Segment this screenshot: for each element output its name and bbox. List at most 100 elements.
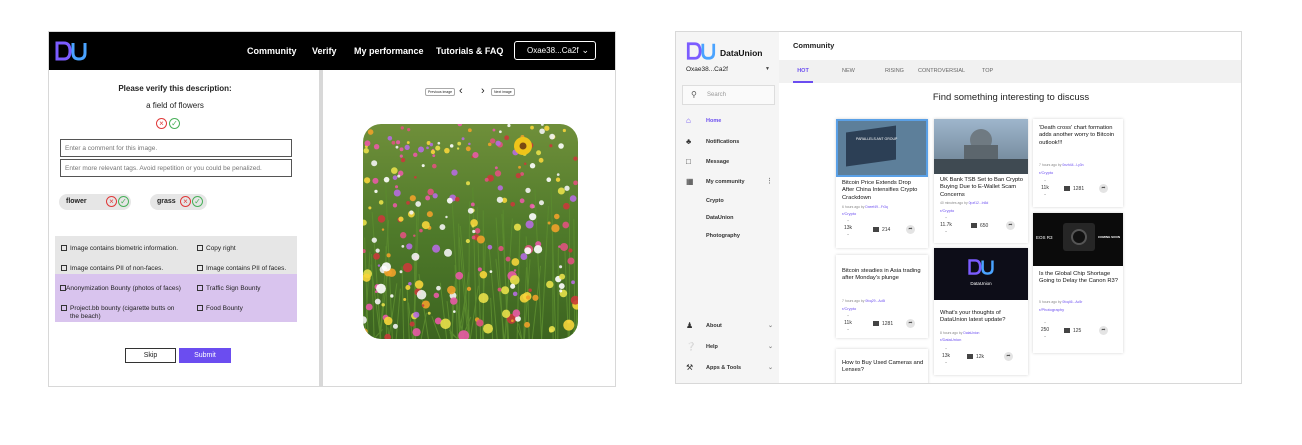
comment-icon xyxy=(1064,186,1070,191)
tab-rising[interactable]: RISING xyxy=(885,60,904,83)
share-icon[interactable]: ➦ xyxy=(1099,326,1108,335)
vote-control: ⌃ 250 ⌄ xyxy=(1039,321,1051,339)
post-community[interactable]: r/Photography xyxy=(1039,307,1064,312)
sidebar-item-message[interactable]: □ Message xyxy=(676,153,779,171)
help-icon: ❔ xyxy=(686,342,696,351)
sidebar-community-photography[interactable]: Photography xyxy=(676,227,779,245)
downvote-icon[interactable]: ⌄ xyxy=(842,326,854,332)
reject-tag-icon[interactable]: × xyxy=(180,196,191,207)
post-community[interactable]: r/Crypto xyxy=(940,208,954,213)
post-community[interactable]: r/DataUnion xyxy=(940,337,961,342)
post-title[interactable]: Bitcoin steadies in Asia trading after M… xyxy=(842,268,924,283)
checkbox-pii-non-faces[interactable]: Image contains PII of non-faces. xyxy=(61,265,163,273)
sidebar-item-notifications[interactable]: ♣ Notifications xyxy=(676,133,779,151)
tab-top[interactable]: TOP xyxy=(982,60,993,83)
image-description: a field of flowers xyxy=(146,101,204,110)
discover-heading: Find something interesting to discuss xyxy=(932,92,1090,103)
message-icon: □ xyxy=(686,157,691,166)
caret-down-icon[interactable]: ▼ xyxy=(765,66,770,72)
comments-count[interactable]: 1281 xyxy=(873,321,893,327)
post-title[interactable]: Bitcoin Price Extends Drop After China I… xyxy=(842,180,924,202)
brand-name: DataUnion xyxy=(720,48,763,58)
downvote-icon[interactable]: ⌄ xyxy=(1039,191,1051,197)
post-title[interactable]: Is the Global Chip Shortage Going to Del… xyxy=(1039,271,1119,286)
comment-input[interactable] xyxy=(60,139,292,157)
tag-grass: grass × ✓ xyxy=(150,194,207,210)
comments-count[interactable]: 650 xyxy=(971,223,988,229)
downvote-icon[interactable]: ⌄ xyxy=(842,231,854,237)
post-feed: PARALLELS ANT GROUP Bitcoin Price Extend… xyxy=(779,112,1241,383)
comments-count[interactable]: 214 xyxy=(873,227,890,233)
sidebar-item-help[interactable]: ❔ Help ⌄ xyxy=(676,338,779,356)
tag-label: flower xyxy=(66,198,87,205)
share-icon[interactable]: ➦ xyxy=(906,225,915,234)
tab-new[interactable]: NEW xyxy=(842,60,855,83)
more-vertical-icon[interactable]: ⋮ xyxy=(766,173,773,191)
post-title[interactable]: 'Death cross' chart formation adds anoth… xyxy=(1039,125,1119,147)
post-title[interactable]: How to Buy Used Cameras and Lenses? xyxy=(842,360,924,375)
checkbox-biometric[interactable]: Image contains biometric information. xyxy=(61,245,178,253)
sort-tabs: HOT NEW RISING CONTROVERSIAL TOP xyxy=(779,60,1241,83)
nav-my-performance[interactable]: My performance xyxy=(354,32,424,70)
sidebar-item-my-community[interactable]: ▦ My community ⋮ xyxy=(676,173,779,191)
comments-count[interactable]: 1281 xyxy=(1064,186,1084,192)
share-icon[interactable]: ➦ xyxy=(1006,221,1015,230)
post-community[interactable]: r/Crypto xyxy=(842,211,856,216)
reject-tag-icon[interactable]: × xyxy=(106,196,117,207)
dataunion-logo[interactable] xyxy=(685,41,717,66)
reject-description-icon[interactable]: × xyxy=(156,118,167,129)
chevron-right-icon[interactable]: › xyxy=(481,85,485,97)
sidebar-item-home[interactable]: ⌂ Home xyxy=(676,112,779,130)
checkbox-pii-faces[interactable]: Image contains PII of faces. xyxy=(197,265,286,273)
vote-control: ⌃ 11k ⌄ xyxy=(1039,179,1051,197)
post-card[interactable]: PARALLELS ANT GROUP Bitcoin Price Extend… xyxy=(836,119,928,248)
wallet-dropdown[interactable]: Oxae38...Ca2f ⌄ xyxy=(514,41,596,60)
post-card[interactable]: How to Buy Used Cameras and Lenses? xyxy=(836,349,928,383)
checkbox-project-bb-bounty[interactable]: Project.bb bounty (cigarette butts on xyxy=(61,305,174,313)
comments-count[interactable]: 12k xyxy=(967,354,984,360)
submit-button[interactable]: Submit xyxy=(179,348,231,363)
checkbox-food-bounty[interactable]: Food Bounty xyxy=(197,305,243,313)
sidebar-item-apps-tools[interactable]: ⚒ Apps & Tools ⌄ xyxy=(676,359,779,377)
share-icon[interactable]: ➦ xyxy=(906,319,915,328)
approve-tag-icon[interactable]: ✓ xyxy=(118,196,129,207)
post-card[interactable]: Bitcoin steadies in Asia trading after M… xyxy=(836,255,928,338)
post-community[interactable]: r/Crypto xyxy=(1039,170,1053,175)
tags-input[interactable] xyxy=(60,159,292,177)
post-card[interactable]: 'Death cross' chart formation adds anoth… xyxy=(1033,119,1123,207)
approve-description-icon[interactable]: ✓ xyxy=(169,118,180,129)
downvote-icon[interactable]: ⌄ xyxy=(940,228,952,234)
post-meta: 40 minutes ago by 0pzf12...In5d xyxy=(940,201,989,205)
sidebar-community-crypto[interactable]: Crypto xyxy=(676,192,779,210)
share-icon[interactable]: ➦ xyxy=(1099,184,1108,193)
post-card[interactable]: DataUnion What's your thoughts of DataUn… xyxy=(934,248,1028,375)
checkbox-traffic-sign-bounty[interactable]: Traffic Sign Bounty xyxy=(197,285,261,293)
skip-button[interactable]: Skip xyxy=(125,348,176,363)
vote-control: ⌃ 11k ⌄ xyxy=(842,314,854,332)
share-icon[interactable]: ➦ xyxy=(1004,352,1013,361)
approve-tag-icon[interactable]: ✓ xyxy=(192,196,203,207)
downvote-icon[interactable]: ⌄ xyxy=(1039,333,1051,339)
nav-verify[interactable]: Verify xyxy=(312,32,337,70)
nav-tutorials-faq[interactable]: Tutorials & FAQ xyxy=(436,32,503,70)
search-input[interactable]: ⚲ Search xyxy=(682,85,775,105)
account-selector[interactable]: Oxae38...Ca2f xyxy=(686,66,728,73)
next-image-button[interactable]: Next image xyxy=(491,88,515,96)
sidebar-community-dataunion[interactable]: DataUnion xyxy=(676,209,779,227)
post-title[interactable]: UK Bank TSB Set to Ban Crypto Buying Due… xyxy=(940,177,1024,199)
tab-hot[interactable]: HOT xyxy=(793,60,813,83)
chevron-left-icon[interactable]: ‹ xyxy=(459,85,463,97)
comments-count[interactable]: 125 xyxy=(1064,328,1081,334)
nav-community[interactable]: Community xyxy=(247,32,297,70)
checkbox-copyright[interactable]: Copy right xyxy=(197,245,236,253)
post-community[interactable]: r/Crypto xyxy=(842,306,856,311)
post-title[interactable]: What's your thoughts of DataUnion latest… xyxy=(940,310,1024,325)
previous-image-button[interactable]: Previous image xyxy=(425,88,456,96)
tab-controversial[interactable]: CONTROVERSIAL xyxy=(918,60,965,83)
post-card[interactable]: EOS R3 COMING SOON Is the Global Chip Sh… xyxy=(1033,213,1123,353)
sidebar-item-about[interactable]: ♟ About ⌄ xyxy=(676,317,779,335)
checkbox-anonymization-bounty[interactable]: Anonymization Bounty (photos of faces) xyxy=(60,285,181,293)
dataunion-logo[interactable] xyxy=(55,40,87,67)
downvote-icon[interactable]: ⌄ xyxy=(940,359,952,365)
post-card[interactable]: UK Bank TSB Set to Ban Crypto Buying Due… xyxy=(934,119,1028,243)
